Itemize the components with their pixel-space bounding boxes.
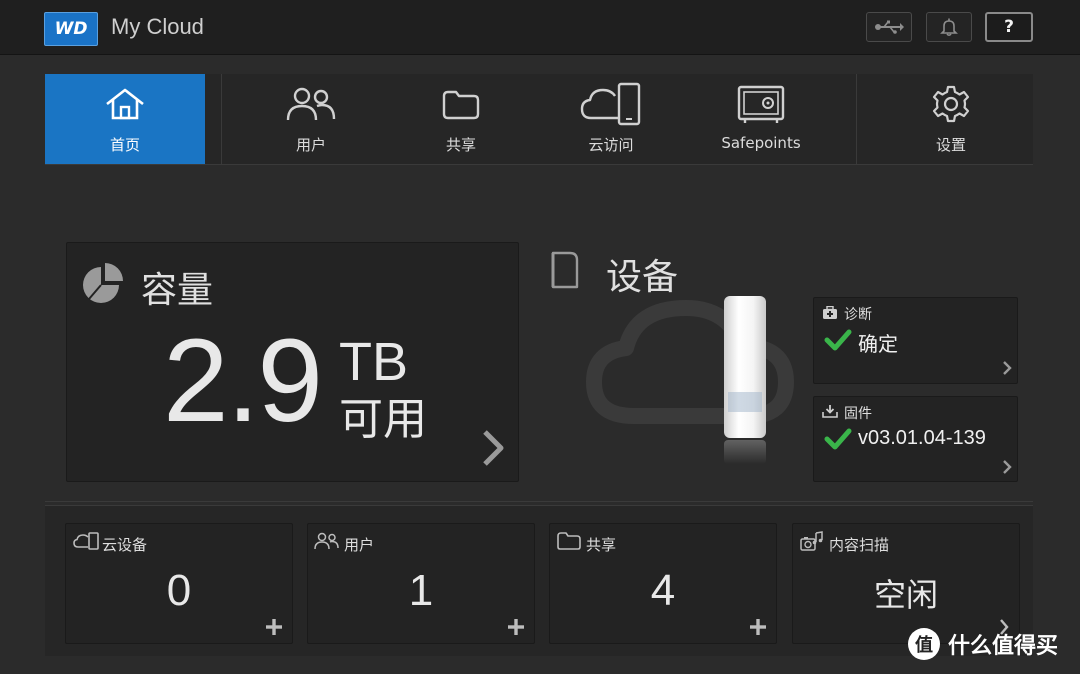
nav-label-shares: 共享 <box>445 136 476 154</box>
pie-chart-icon <box>83 263 123 303</box>
capacity-available-label: 可用 <box>339 394 427 445</box>
firmware-card[interactable]: 固件 v03.01.04-139 <box>813 396 1018 482</box>
usb-button[interactable] <box>866 12 912 42</box>
nav-item-settings[interactable]: 设置 <box>871 74 1031 164</box>
capacity-unit: TB <box>339 332 409 392</box>
stat-label-media-scan: 内容扫描 <box>829 536 890 554</box>
users-icon <box>314 532 339 550</box>
stat-label-users: 用户 <box>344 536 375 554</box>
add-cloud-device-icon[interactable] <box>264 617 284 637</box>
capacity-chevron-icon[interactable] <box>481 429 505 467</box>
firmware-label: 固件 <box>844 406 872 422</box>
nav-item-home[interactable]: 首页 <box>45 74 205 164</box>
medical-kit-icon <box>823 306 837 319</box>
watermark: 值 什么值得买 <box>908 628 1058 660</box>
folder-icon <box>442 90 480 120</box>
folder-icon <box>557 532 581 550</box>
stat-value-shares: 4 <box>650 566 676 615</box>
users-icon <box>286 87 336 121</box>
nav-label-safepoints: Safepoints <box>721 134 801 152</box>
device-title: 设备 <box>606 257 679 298</box>
cloud-device-icon <box>73 532 99 550</box>
device-icon <box>551 251 579 289</box>
watermark-badge: 值 <box>908 628 940 660</box>
nav-label-users: 用户 <box>295 136 326 154</box>
add-user-icon[interactable] <box>506 617 526 637</box>
media-scan-icon <box>800 531 823 551</box>
top-bar: WD My Cloud ? <box>0 0 1080 55</box>
app-title: My Cloud <box>111 14 204 39</box>
stat-value-users: 1 <box>408 566 434 615</box>
help-button[interactable]: ? <box>985 12 1033 42</box>
nav-item-safepoints[interactable]: Safepoints <box>681 74 841 164</box>
watermark-text: 什么值得买 <box>948 634 1059 659</box>
home-icon <box>106 88 144 120</box>
stat-card-users[interactable]: 用户 1 <box>307 523 535 644</box>
device-image <box>724 296 766 438</box>
firmware-chevron-icon[interactable] <box>1002 459 1012 475</box>
capacity-title: 容量 <box>141 270 214 311</box>
nav-label-settings: 设置 <box>935 136 966 154</box>
stat-value-cloud-devices: 0 <box>166 566 192 615</box>
check-icon <box>824 329 852 351</box>
gear-icon <box>932 85 970 123</box>
stat-label-cloud-devices: 云设备 <box>102 536 148 554</box>
stat-card-media-scan[interactable]: 内容扫描 空闲 <box>792 523 1020 644</box>
watermark-badge-text: 值 <box>915 635 933 656</box>
wd-logo: WD <box>44 12 98 46</box>
nav-item-cloud-access[interactable]: 云访问 <box>531 74 691 164</box>
diagnostics-card[interactable]: 诊断 确定 <box>813 297 1018 384</box>
bell-icon <box>940 18 958 37</box>
stat-card-shares[interactable]: 共享 4 <box>549 523 777 644</box>
main-nav: 首页 用户 共享 云访问 Safepoints 设置 <box>45 74 1033 165</box>
diagnostics-label: 诊断 <box>844 307 872 323</box>
check-icon <box>824 428 852 450</box>
cloud-phone-icon <box>580 82 641 126</box>
help-label: ? <box>1004 17 1014 37</box>
nav-item-shares[interactable]: 共享 <box>381 74 541 164</box>
safe-icon <box>737 85 785 123</box>
stat-card-cloud-devices[interactable]: 云设备 0 <box>65 523 293 644</box>
stat-value-media-scan: 空闲 <box>873 576 938 614</box>
stat-label-shares: 共享 <box>586 536 617 554</box>
download-icon <box>822 405 838 418</box>
firmware-version: v03.01.04-139 <box>858 427 986 449</box>
usb-icon <box>875 20 904 34</box>
capacity-value: 2.9 <box>163 315 323 447</box>
diagnostics-value: 确定 <box>858 334 898 356</box>
nav-item-users[interactable]: 用户 <box>231 74 391 164</box>
device-reflection <box>724 440 766 464</box>
nav-label-cloud-access: 云访问 <box>588 136 634 154</box>
capacity-card[interactable]: 容量 2.9 TB 可用 <box>66 242 519 482</box>
add-share-icon[interactable] <box>748 617 768 637</box>
notifications-button[interactable] <box>926 12 972 42</box>
nav-label-home: 首页 <box>109 136 140 154</box>
diagnostics-chevron-icon[interactable] <box>1002 360 1012 376</box>
